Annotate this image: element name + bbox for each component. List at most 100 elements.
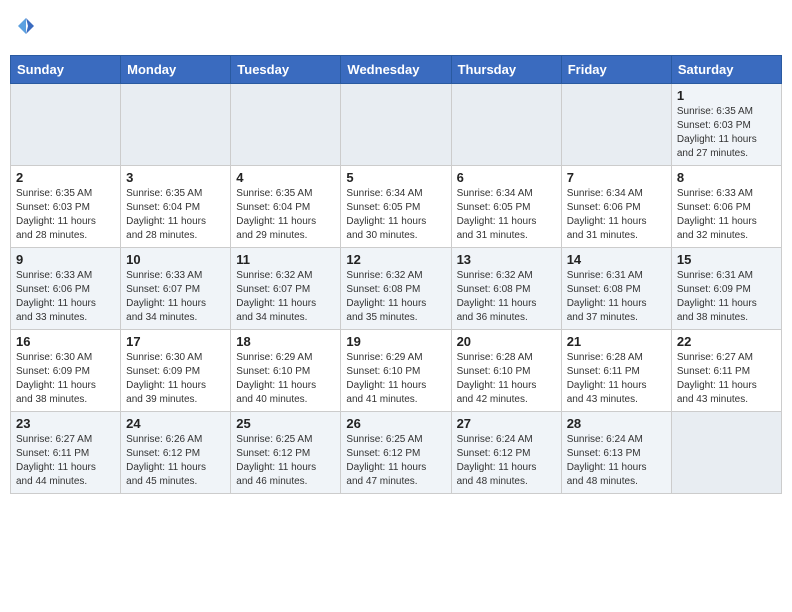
day-number: 4 (236, 170, 335, 185)
day-info: Sunrise: 6:28 AMSunset: 6:10 PMDaylight:… (457, 351, 556, 407)
calendar-day-cell: 16Sunrise: 6:30 AMSunset: 6:09 PMDayligh… (11, 330, 121, 412)
day-number: 12 (346, 252, 445, 267)
day-info: Sunrise: 6:31 AMSunset: 6:09 PMDaylight:… (677, 269, 776, 325)
day-info: Sunrise: 6:33 AMSunset: 6:07 PMDaylight:… (126, 269, 225, 325)
day-number: 25 (236, 416, 335, 431)
calendar-day-cell: 11 Sunrise: 6:32 AMSunset: 6:07 PMDayligh… (231, 248, 341, 330)
day-info: Sunrise: 6:25 AMSunset: 6:12 PMDaylight:… (236, 433, 335, 489)
day-info: Sunrise: 6:32 AMSunset: 6:07 PMDaylight:… (236, 269, 335, 325)
day-info: Sunrise: 6:35 AMSunset: 6:03 PMDaylight:… (16, 187, 115, 243)
day-number: 24 (126, 416, 225, 431)
calendar-day-cell (121, 84, 231, 166)
calendar-day-cell: 10 Sunrise: 6:33 AMSunset: 6:07 PMDayligh… (121, 248, 231, 330)
calendar-day-cell: 2 Sunrise: 6:35 AMSunset: 6:03 PMDaylight… (11, 166, 121, 248)
day-info: Sunrise: 6:30 AMSunset: 6:09 PMDaylight:… (126, 351, 225, 407)
day-number: 17 (126, 334, 225, 349)
day-info: Sunrise: 6:24 AMSunset: 6:13 PMDaylight:… (567, 433, 666, 489)
day-info: Sunrise: 6:31 AMSunset: 6:08 PMDaylight:… (567, 269, 666, 325)
day-number: 10 (126, 252, 225, 267)
calendar-day-cell (671, 412, 781, 494)
day-number: 1 (677, 88, 776, 103)
day-info: Sunrise: 6:26 AMSunset: 6:12 PMDaylight:… (126, 433, 225, 489)
calendar-day-cell: 17 Sunrise: 6:30 AMSunset: 6:09 PMDayligh… (121, 330, 231, 412)
day-info: Sunrise: 6:34 AMSunset: 6:05 PMDaylight:… (346, 187, 445, 243)
day-number: 22 (677, 334, 776, 349)
calendar-day-cell (231, 84, 341, 166)
calendar-day-cell: 8 Sunrise: 6:33 AMSunset: 6:06 PMDaylight… (671, 166, 781, 248)
day-info: Sunrise: 6:33 AMSunset: 6:06 PMDaylight:… (677, 187, 776, 243)
calendar-day-cell: 5 Sunrise: 6:34 AMSunset: 6:05 PMDaylight… (341, 166, 451, 248)
logo-icon (16, 16, 36, 36)
calendar-day-cell (11, 84, 121, 166)
day-number: 8 (677, 170, 776, 185)
calendar-header-row: SundayMondayTuesdayWednesdayThursdayFrid… (11, 56, 782, 84)
calendar-day-cell: 9Sunrise: 6:33 AMSunset: 6:06 PMDaylight… (11, 248, 121, 330)
day-number: 3 (126, 170, 225, 185)
calendar-weekday-saturday: Saturday (671, 56, 781, 84)
calendar-day-cell: 26 Sunrise: 6:25 AMSunset: 6:12 PMDayligh… (341, 412, 451, 494)
calendar-weekday-friday: Friday (561, 56, 671, 84)
calendar-day-cell (561, 84, 671, 166)
day-info: Sunrise: 6:28 AMSunset: 6:11 PMDaylight:… (567, 351, 666, 407)
day-info: Sunrise: 6:32 AMSunset: 6:08 PMDaylight:… (346, 269, 445, 325)
calendar-day-cell: 12 Sunrise: 6:32 AMSunset: 6:08 PMDayligh… (341, 248, 451, 330)
day-number: 7 (567, 170, 666, 185)
day-info: Sunrise: 6:35 AMSunset: 6:03 PMDaylight:… (677, 105, 776, 161)
calendar-day-cell (451, 84, 561, 166)
day-info: Sunrise: 6:34 AMSunset: 6:06 PMDaylight:… (567, 187, 666, 243)
day-info: Sunrise: 6:24 AMSunset: 6:12 PMDaylight:… (457, 433, 556, 489)
calendar-day-cell: 4 Sunrise: 6:35 AMSunset: 6:04 PMDaylight… (231, 166, 341, 248)
calendar-weekday-sunday: Sunday (11, 56, 121, 84)
day-number: 20 (457, 334, 556, 349)
calendar-day-cell: 27 Sunrise: 6:24 AMSunset: 6:12 PMDayligh… (451, 412, 561, 494)
calendar-weekday-wednesday: Wednesday (341, 56, 451, 84)
calendar-week-row: 1 Sunrise: 6:35 AMSunset: 6:03 PMDaylight… (11, 84, 782, 166)
calendar-day-cell: 6 Sunrise: 6:34 AMSunset: 6:05 PMDaylight… (451, 166, 561, 248)
day-number: 26 (346, 416, 445, 431)
calendar-day-cell (341, 84, 451, 166)
calendar-weekday-thursday: Thursday (451, 56, 561, 84)
calendar-week-row: 9Sunrise: 6:33 AMSunset: 6:06 PMDaylight… (11, 248, 782, 330)
calendar-day-cell: 21Sunrise: 6:28 AMSunset: 6:11 PMDayligh… (561, 330, 671, 412)
day-info: Sunrise: 6:29 AMSunset: 6:10 PMDaylight:… (346, 351, 445, 407)
day-info: Sunrise: 6:34 AMSunset: 6:05 PMDaylight:… (457, 187, 556, 243)
day-info: Sunrise: 6:35 AMSunset: 6:04 PMDaylight:… (236, 187, 335, 243)
calendar-day-cell: 7 Sunrise: 6:34 AMSunset: 6:06 PMDaylight… (561, 166, 671, 248)
calendar-day-cell: 19 Sunrise: 6:29 AMSunset: 6:10 PMDayligh… (341, 330, 451, 412)
calendar-day-cell: 24 Sunrise: 6:26 AMSunset: 6:12 PMDayligh… (121, 412, 231, 494)
day-number: 2 (16, 170, 115, 185)
calendar-weekday-monday: Monday (121, 56, 231, 84)
day-info: Sunrise: 6:29 AMSunset: 6:10 PMDaylight:… (236, 351, 335, 407)
day-number: 5 (346, 170, 445, 185)
calendar-table: SundayMondayTuesdayWednesdayThursdayFrid… (10, 55, 782, 494)
calendar-day-cell: 15 Sunrise: 6:31 AMSunset: 6:09 PMDayligh… (671, 248, 781, 330)
day-number: 16 (16, 334, 115, 349)
day-info: Sunrise: 6:35 AMSunset: 6:04 PMDaylight:… (126, 187, 225, 243)
day-info: Sunrise: 6:27 AMSunset: 6:11 PMDaylight:… (16, 433, 115, 489)
calendar-day-cell: 23 Sunrise: 6:27 AMSunset: 6:11 PMDayligh… (11, 412, 121, 494)
day-number: 27 (457, 416, 556, 431)
calendar-week-row: 2 Sunrise: 6:35 AMSunset: 6:03 PMDaylight… (11, 166, 782, 248)
calendar-day-cell: 14 Sunrise: 6:31 AMSunset: 6:08 PMDayligh… (561, 248, 671, 330)
calendar-weekday-tuesday: Tuesday (231, 56, 341, 84)
calendar-day-cell: 13 Sunrise: 6:32 AMSunset: 6:08 PMDayligh… (451, 248, 561, 330)
calendar-day-cell: 1 Sunrise: 6:35 AMSunset: 6:03 PMDaylight… (671, 84, 781, 166)
calendar-day-cell: 20 Sunrise: 6:28 AMSunset: 6:10 PMDayligh… (451, 330, 561, 412)
day-info: Sunrise: 6:27 AMSunset: 6:11 PMDaylight:… (677, 351, 776, 407)
calendar-day-cell: 18 Sunrise: 6:29 AMSunset: 6:10 PMDayligh… (231, 330, 341, 412)
day-number: 13 (457, 252, 556, 267)
day-number: 18 (236, 334, 335, 349)
day-info: Sunrise: 6:25 AMSunset: 6:12 PMDaylight:… (346, 433, 445, 489)
day-number: 23 (16, 416, 115, 431)
day-number: 15 (677, 252, 776, 267)
day-number: 14 (567, 252, 666, 267)
day-number: 11 (236, 252, 335, 267)
day-number: 9 (16, 252, 115, 267)
calendar-day-cell: 25 Sunrise: 6:25 AMSunset: 6:12 PMDayligh… (231, 412, 341, 494)
page-header (10, 10, 782, 47)
day-number: 19 (346, 334, 445, 349)
calendar-week-row: 23 Sunrise: 6:27 AMSunset: 6:11 PMDayligh… (11, 412, 782, 494)
day-info: Sunrise: 6:32 AMSunset: 6:08 PMDaylight:… (457, 269, 556, 325)
day-number: 6 (457, 170, 556, 185)
day-number: 28 (567, 416, 666, 431)
